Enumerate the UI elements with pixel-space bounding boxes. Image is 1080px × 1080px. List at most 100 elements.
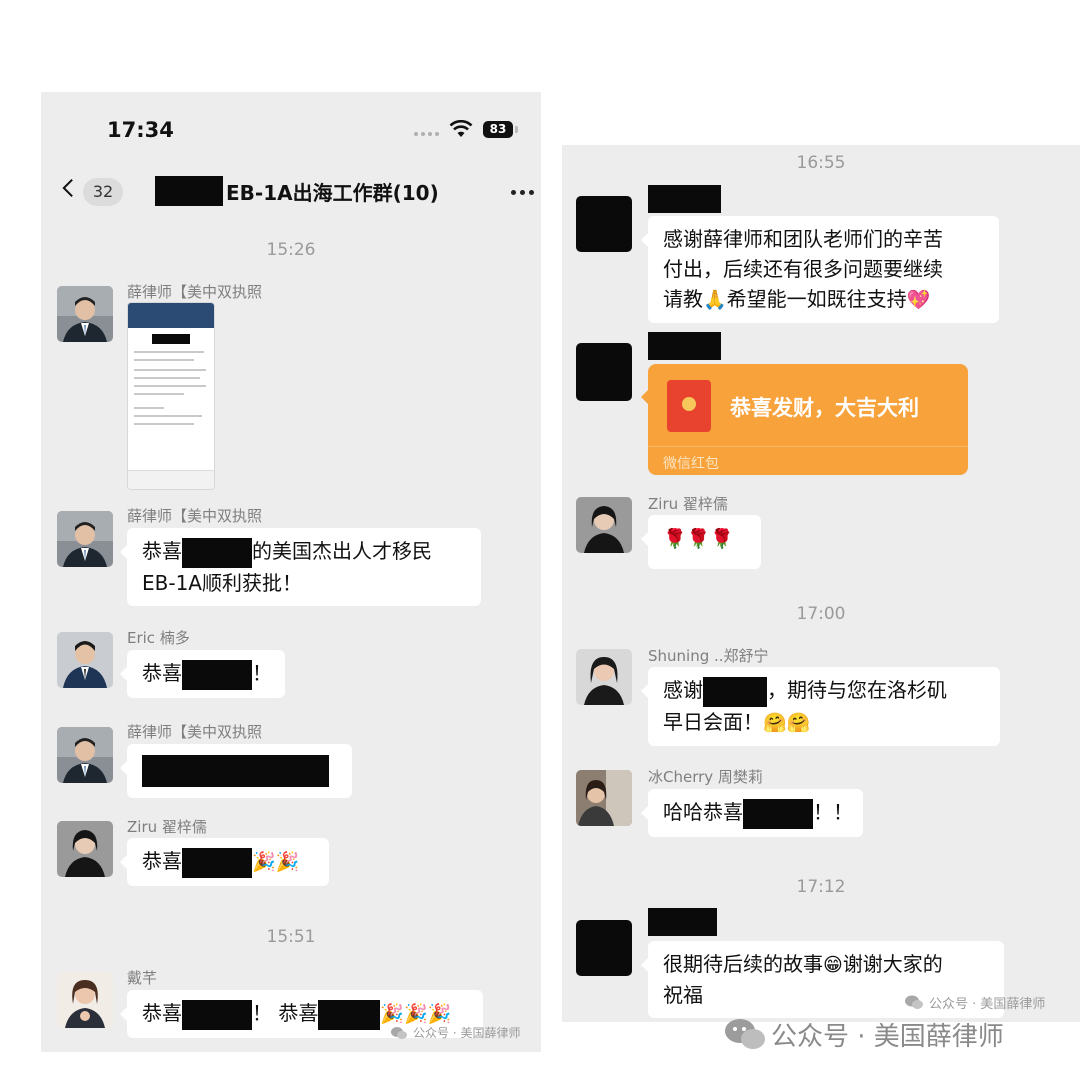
redacted-message — [142, 755, 329, 787]
message-text: 哈哈恭喜 — [663, 800, 743, 824]
watermark-large: 公众号 · 美国薛律师 — [725, 1016, 1004, 1053]
message-text: 恭喜 — [142, 849, 182, 873]
timestamp: 15:26 — [266, 240, 316, 260]
avatar[interactable] — [57, 821, 113, 877]
avatar[interactable] — [57, 286, 113, 342]
message-bubble[interactable] — [120, 744, 352, 798]
left-chat-screenshot: 17:34 83 32 EB-1A出海工作群(10) 15:26 薛律师【美中双… — [41, 92, 541, 1052]
message-text: ！！ — [813, 800, 853, 824]
redacted-name — [743, 798, 813, 829]
red-packet-greeting: 恭喜发财，大吉大利 — [730, 396, 919, 420]
unread-count-badge[interactable]: 32 — [83, 178, 123, 206]
battery-icon: 83 — [483, 121, 513, 138]
message-text: 感谢薛律师和团队老师们的辛苦 — [663, 227, 943, 251]
avatar[interactable] — [576, 770, 632, 826]
message-text: 祝福 — [663, 983, 703, 1007]
timestamp: 16:55 — [796, 153, 846, 173]
red-packet-card[interactable]: 恭喜发财，大吉大利 微信红包 — [641, 364, 968, 475]
message-bubble[interactable]: 感谢 ，期待与您在洛杉矶 早日会面！🤗🤗 — [641, 667, 1000, 746]
avatar[interactable] — [576, 920, 632, 976]
message-bubble[interactable]: 恭喜 🎉🎉 — [120, 838, 329, 886]
redacted-name — [703, 676, 767, 707]
message-text: 请教 — [663, 287, 703, 311]
sender-name: Ziru 翟梓儒 — [127, 818, 207, 836]
timestamp: 17:00 — [796, 604, 846, 624]
red-packet-icon — [667, 380, 711, 432]
message-bubble[interactable]: 哈哈恭喜 ！！ — [641, 789, 863, 837]
message-text: 很期待后续的故事 — [663, 952, 823, 976]
chat-title-text: EB-1A出海工作群(10) — [226, 180, 439, 205]
timestamp: 15:51 — [266, 927, 316, 947]
sender-name: 薛律师【美中双执照 — [127, 723, 263, 741]
watermark-text: 公众号 · 美国薛律师 — [413, 1026, 521, 1040]
right-chat-screenshot: 16:55 感谢薛律师和团队老师们的辛苦 付出，后续还有很多问题要继续 请教🙏希… — [562, 145, 1080, 1022]
red-packet-label: 微信红包 — [663, 456, 719, 472]
watermark: 公众号 · 美国薛律师 — [391, 1024, 520, 1041]
message-bubble[interactable]: 恭喜 ！ — [120, 650, 285, 698]
chat-header: 32 EB-1A出海工作群(10) — [41, 172, 541, 216]
message-text: 希望能一如既往支持 — [726, 287, 907, 311]
praying-hands-emoji: 🙏 — [703, 289, 727, 311]
battery-tip — [515, 126, 518, 133]
redacted-name — [318, 999, 381, 1030]
back-arrow-icon[interactable] — [61, 178, 75, 198]
message-text: 恭喜 — [142, 1001, 182, 1025]
message-text: ！ — [252, 661, 272, 685]
watermark: 公众号 · 美国薛律师 — [905, 993, 1045, 1012]
heart-emoji: 💖 — [906, 289, 931, 311]
avatar[interactable] — [57, 632, 113, 688]
chat-title: EB-1A出海工作群(10) — [155, 175, 439, 207]
sender-name: 薛律师【美中双执照 — [127, 507, 263, 525]
avatar[interactable] — [57, 511, 113, 567]
message-text: 早日会面！ — [663, 709, 763, 734]
redacted-name — [182, 659, 252, 690]
redacted-sender-name — [648, 185, 721, 213]
redacted-name — [182, 847, 252, 878]
sender-name: 薛律师【美中双执照 — [127, 283, 263, 301]
redacted-name — [182, 537, 252, 568]
avatar[interactable] — [57, 972, 113, 1028]
status-time: 17:34 — [107, 118, 174, 142]
wifi-icon — [449, 120, 473, 137]
redacted-name — [182, 999, 252, 1030]
message-text: 恭喜 — [142, 539, 182, 563]
redacted-sender-name — [648, 908, 717, 936]
wechat-logo-icon — [725, 1018, 765, 1049]
avatar[interactable] — [576, 497, 632, 553]
party-popper-emoji: 🎉🎉 — [252, 851, 300, 873]
sender-name: Ziru 翟梓儒 — [648, 495, 728, 513]
approval-screenshot-image[interactable] — [127, 302, 215, 490]
grinning-face-emoji: 😁 — [823, 954, 843, 976]
message-text: 付出，后续还有很多问题要继续 — [663, 257, 943, 281]
party-popper-emoji: 🎉🎉🎉 — [380, 1003, 452, 1025]
watermark-large-text: 公众号 · 美国薛律师 — [771, 1022, 1004, 1052]
wechat-logo-icon — [905, 995, 923, 1009]
status-bar: 17:34 83 — [41, 92, 541, 162]
avatar[interactable] — [576, 649, 632, 705]
timestamp: 17:12 — [796, 877, 846, 897]
avatar[interactable] — [576, 343, 632, 401]
rose-emoji: 🌹🌹🌹 — [663, 528, 734, 550]
watermark-text: 公众号 · 美国薛律师 — [929, 997, 1046, 1012]
redacted-sender-name — [648, 332, 721, 360]
message-bubble[interactable]: 恭喜 的美国杰出人才移民 EB-1A顺利获批！ — [120, 528, 481, 606]
avatar[interactable] — [57, 727, 113, 783]
signal-icon — [414, 132, 440, 138]
redacted-name — [155, 176, 223, 206]
hugging-face-emoji: 🤗🤗 — [763, 711, 811, 734]
message-text: EB-1A顺利获批！ — [142, 570, 302, 595]
message-text: ！ 恭喜 — [252, 1001, 319, 1025]
message-text: 恭喜 — [142, 661, 182, 685]
message-text: ，期待与您在洛杉矶 — [767, 678, 947, 702]
avatar[interactable] — [576, 196, 632, 252]
message-bubble[interactable]: 🌹🌹🌹 — [641, 515, 761, 569]
sender-name: 冰Cherry 周樊莉 — [648, 768, 763, 786]
message-text: 谢谢大家的 — [842, 952, 943, 976]
message-text: 感谢 — [663, 678, 703, 702]
message-bubble[interactable]: 感谢薛律师和团队老师们的辛苦 付出，后续还有很多问题要继续 请教🙏希望能一如既往… — [641, 216, 999, 323]
wechat-logo-icon — [391, 1026, 407, 1039]
message-text: 的美国杰出人才移民 — [252, 539, 432, 563]
sender-name: Shuning ..郑舒宁 — [648, 647, 769, 665]
sender-name: Eric 楠多 — [127, 629, 190, 647]
sender-name: 戴芊 — [127, 969, 158, 987]
